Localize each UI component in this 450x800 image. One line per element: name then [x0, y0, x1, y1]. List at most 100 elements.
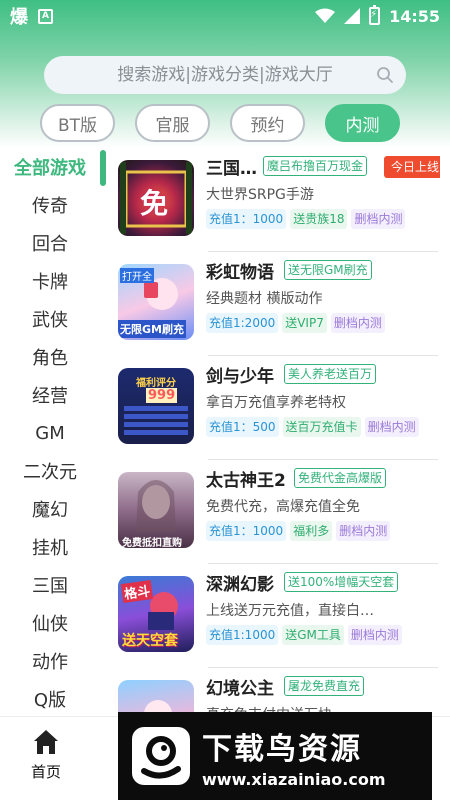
sidebar-item-anime[interactable]: 二次元: [0, 452, 100, 490]
nav-home[interactable]: 首页: [22, 727, 70, 789]
sidebar-item-label: 魔幻: [32, 500, 68, 521]
watermark-text: 下载鸟资源 www.xiazainiao.com: [202, 724, 385, 789]
bonus-tag: 送百万充值卡: [282, 417, 361, 437]
list-item[interactable]: 幻境公主 屠龙免费直充 真充免支付内送万块: [118, 668, 440, 716]
recharge-tag: 充值1：1000: [206, 521, 287, 541]
status-badge: 今日上线: [383, 156, 440, 178]
sidebar-item-legend[interactable]: 传奇: [0, 186, 100, 224]
sidebar-item-q-version[interactable]: Q版: [0, 680, 100, 718]
sidebar-item-action[interactable]: 动作: [0, 642, 100, 680]
sidebar-item-label: 全部游戏: [14, 158, 86, 179]
game-icon-text: 福利评分: [136, 378, 176, 389]
sidebar-item-label: 回合: [32, 234, 68, 255]
recharge-tag: 充值1：1000: [206, 209, 287, 229]
sidebar-item-label: 卡牌: [32, 272, 68, 293]
game-icon[interactable]: 免费抵扣直购: [118, 472, 194, 548]
nav-home-label: 首页: [30, 763, 61, 781]
game-name: 幻境公主: [206, 679, 274, 699]
sidebar-item-xianxia[interactable]: 仙侠: [0, 604, 100, 642]
game-icon[interactable]: 免: [118, 160, 194, 236]
sidebar-item-label: 挂机: [32, 538, 68, 559]
game-icon[interactable]: 打开全 无限GM刷充: [118, 264, 194, 340]
game-icon-text: 999: [146, 388, 178, 403]
game-name: 剑与少年: [206, 367, 274, 387]
bonus-tag: 送贵族18: [290, 209, 348, 229]
game-name: 彩虹物语: [206, 263, 274, 283]
status-bar: 爆 A 14:55: [0, 0, 450, 32]
recharge-tag: 充值1:2000: [206, 313, 279, 333]
sidebar-item-label: 武侠: [32, 310, 68, 331]
tab-reserve[interactable]: 预约: [230, 104, 305, 142]
category-tabs: BT版 官服 预约 内测: [40, 104, 400, 142]
active-indicator: [100, 150, 106, 186]
bonus-tag: 送GM工具: [282, 625, 344, 645]
sidebar-item-three-kingdoms[interactable]: 三国: [0, 566, 100, 604]
app-notification-icon: 爆: [10, 7, 28, 28]
battery-icon: [369, 5, 381, 25]
sidebar-item-all[interactable]: 全部游戏: [0, 148, 106, 186]
search-input[interactable]: [85, 65, 365, 85]
tag-row: 充值1：500 送百万充值卡 删档内测: [206, 417, 419, 437]
beta-tag: 删档内测: [336, 521, 391, 541]
game-art-icon: [144, 700, 172, 716]
sidebar-item-idle[interactable]: 挂机: [0, 528, 100, 566]
tag-row: 充值1：1000 福利多 删档内测: [206, 521, 391, 541]
sidebar-item-rpg[interactable]: 角色: [0, 338, 100, 376]
tab-bt[interactable]: BT版: [40, 104, 115, 142]
game-description: 经典题材 横版动作: [206, 291, 323, 307]
bonus-tag: 送VIP7: [282, 313, 327, 333]
sidebar-item-label: 经营: [32, 386, 68, 407]
search-bar[interactable]: [44, 56, 406, 94]
watermark-url: www.xiazainiao.com: [202, 769, 386, 789]
beta-tag: 删档内测: [351, 209, 406, 229]
tab-official[interactable]: 官服: [135, 104, 210, 142]
sidebar-item-label: 二次元: [23, 462, 77, 483]
list-item[interactable]: 免 三国… 魔吕布撸百万现金 今日上线 大世界SRPG手游 充值1：1000 送…: [118, 148, 440, 252]
genre-sidebar: 全部游戏 传奇 回合 卡牌 武侠 角色 经营 GM 二次元 魔幻 挂机 三国 仙…: [0, 148, 108, 716]
sidebar-item-gm[interactable]: GM: [0, 414, 100, 452]
tag-row: 充值1:1000 送GM工具 删档内测: [206, 625, 402, 645]
sidebar-item-label: 传奇: [32, 196, 68, 217]
sidebar-item-wuxia[interactable]: 武侠: [0, 300, 100, 338]
sidebar-item-label: 仙侠: [32, 614, 68, 635]
watermark-title: 下载鸟资源: [202, 731, 362, 767]
tag-row: 充值1:2000 送VIP7 删档内测: [206, 313, 385, 333]
sidebar-item-card[interactable]: 卡牌: [0, 262, 100, 300]
recharge-tag: 充值1：500: [206, 417, 279, 437]
clock-time: 14:55: [389, 6, 440, 26]
beta-tag: 删档内测: [330, 313, 385, 333]
beta-tag: 删档内测: [364, 417, 419, 437]
promo-tag: 美人养老送百万: [284, 364, 377, 384]
list-item[interactable]: 格斗 送天空套 深渊幻影 送100%增幅天空套 上线送万元充值，直接白… 充值1…: [118, 564, 440, 668]
game-description: 上线送万元充值，直接白…: [206, 603, 374, 619]
list-item[interactable]: 免费抵扣直购 太古神王2 免费代金高爆版 免费代充，高爆充值全免 充值1：100…: [118, 460, 440, 564]
game-name: 三国…: [206, 159, 257, 179]
sidebar-item-label: Q版: [33, 690, 67, 711]
game-icon-text: 送天空套: [122, 633, 178, 649]
sidebar-item-turn-based[interactable]: 回合: [0, 224, 100, 262]
signal-icon: [344, 8, 361, 24]
game-icon-text: 打开全: [120, 268, 154, 283]
game-icon[interactable]: 福利评分 999: [118, 368, 194, 444]
game-icon[interactable]: [118, 680, 194, 716]
search-icon[interactable]: [376, 66, 394, 84]
recharge-tag: 充值1:1000: [206, 625, 279, 645]
game-icon[interactable]: 格斗 送天空套: [118, 576, 194, 652]
beta-tag: 删档内测: [347, 625, 402, 645]
list-item[interactable]: 打开全 无限GM刷充 彩虹物语 送无限GM刷充 经典题材 横版动作 充值1:20…: [118, 252, 440, 356]
sidebar-item-fantasy[interactable]: 魔幻: [0, 490, 100, 528]
list-item[interactable]: 福利评分 999 剑与少年 美人养老送百万 拿百万充值享养老特权 充值1：500…: [118, 356, 440, 460]
game-name: 太古神王2: [206, 471, 286, 491]
game-name: 深渊幻影: [206, 575, 274, 595]
watermark-banner: 下载鸟资源 www.xiazainiao.com: [118, 712, 432, 800]
game-description: 大世界SRPG手游: [206, 187, 314, 203]
wifi-icon: [315, 8, 336, 23]
tab-beta[interactable]: 内测: [325, 104, 400, 142]
game-icon-text: 免: [140, 187, 169, 220]
tag-row: 充值1：1000 送贵族18 删档内测: [206, 209, 406, 229]
sidebar-item-label: 动作: [32, 652, 68, 673]
a-notification-icon: A: [38, 8, 53, 24]
sidebar-item-label: GM: [35, 422, 65, 444]
sidebar-item-management[interactable]: 经营: [0, 376, 100, 414]
home-icon: [34, 730, 58, 754]
